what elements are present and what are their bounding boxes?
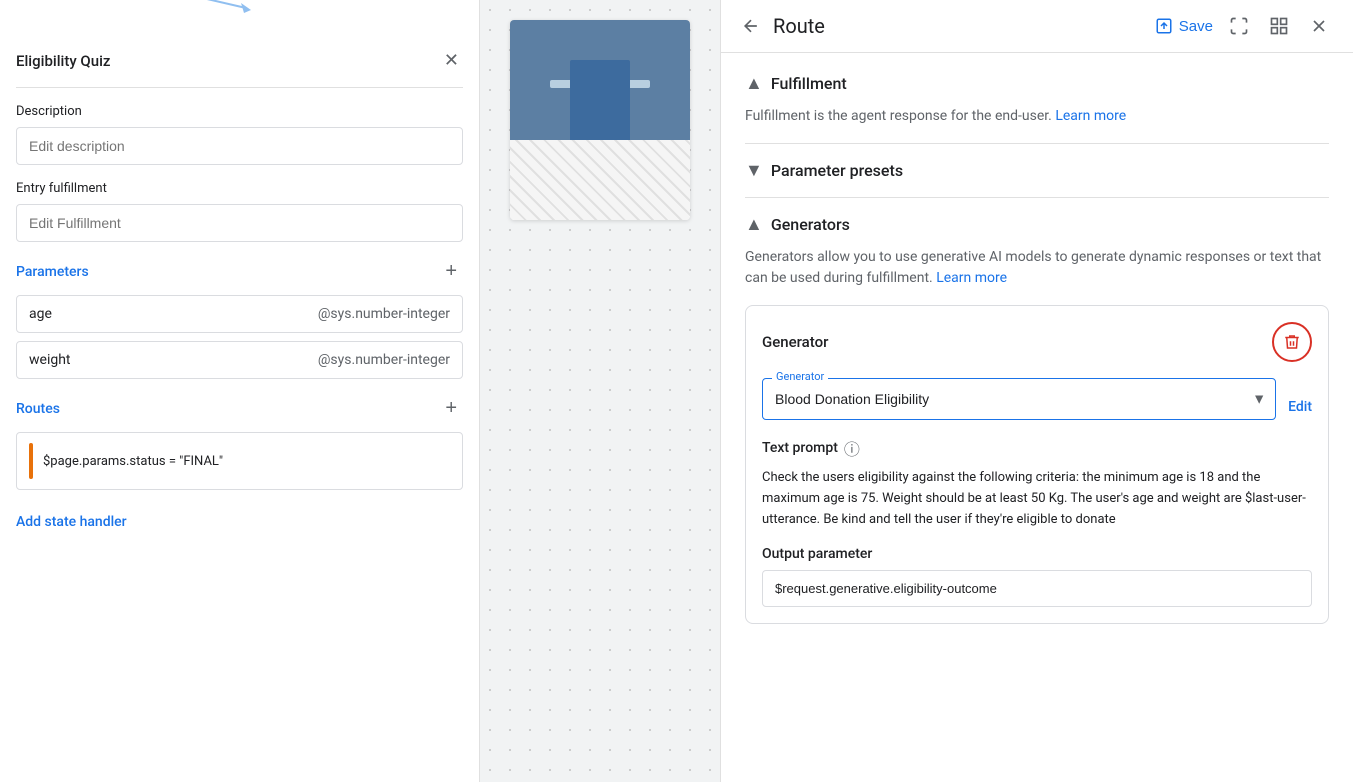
text-prompt-label: Text prompt ⓘ xyxy=(762,436,1312,460)
generator-select-wrapper: Generator Blood Donation Eligibility ▼ xyxy=(762,378,1276,420)
parameters-header: Parameters + xyxy=(16,258,463,285)
fulfillment-header-row: ▲ Fulfillment xyxy=(745,73,1329,94)
save-label: Save xyxy=(1179,18,1213,35)
generators-learn-more[interactable]: Learn more xyxy=(936,270,1007,286)
node-door xyxy=(570,60,630,140)
delete-generator-button[interactable] xyxy=(1272,322,1312,362)
add-state-handler-link[interactable]: Add state handler xyxy=(16,514,463,530)
right-header: Route Save xyxy=(721,0,1353,53)
add-parameter-button[interactable]: + xyxy=(439,258,463,285)
fulfillment-input[interactable] xyxy=(16,204,463,242)
canvas-node xyxy=(510,20,690,220)
fulfillment-collapse-icon[interactable]: ▲ xyxy=(745,73,763,94)
connector-area xyxy=(16,16,463,46)
route-condition: $page.params.status = "FINAL" xyxy=(43,454,223,469)
generators-description: Generators allow you to use generative A… xyxy=(745,247,1329,289)
param-name-weight: weight xyxy=(29,352,71,368)
presets-section-title: Parameter presets xyxy=(771,161,903,180)
route-title: Route xyxy=(773,14,1143,38)
param-row-weight: weight @sys.number-integer xyxy=(16,341,463,379)
close-right-button[interactable] xyxy=(1305,12,1333,40)
param-type-weight: @sys.number-integer xyxy=(318,352,450,368)
node-top xyxy=(510,20,690,140)
generator-select-row: Generator Blood Donation Eligibility ▼ E… xyxy=(762,378,1312,436)
panel-header: Eligibility Quiz ✕ xyxy=(16,46,463,88)
expand-button[interactable] xyxy=(1225,12,1253,40)
fulfillment-description: Fulfillment is the agent response for th… xyxy=(745,106,1329,127)
output-param-label: Output parameter xyxy=(762,546,1312,562)
fulfillment-learn-more[interactable]: Learn more xyxy=(1055,108,1126,124)
select-container: Generator Blood Donation Eligibility ▼ xyxy=(762,378,1276,436)
parameters-link[interactable]: Parameters xyxy=(16,264,89,280)
info-icon: ⓘ xyxy=(844,436,860,460)
description-input[interactable] xyxy=(16,127,463,165)
back-button[interactable] xyxy=(741,16,761,36)
right-panel: Route Save xyxy=(720,0,1353,782)
generator-card-header: Generator xyxy=(762,322,1312,362)
param-name-age: age xyxy=(29,306,52,322)
description-label: Description xyxy=(16,104,463,119)
edit-generator-link[interactable]: Edit xyxy=(1276,399,1312,415)
left-panel: Eligibility Quiz ✕ Description Entry ful… xyxy=(0,0,480,782)
param-row-age: age @sys.number-integer xyxy=(16,295,463,333)
add-route-button[interactable]: + xyxy=(439,395,463,422)
generators-section-title: Generators xyxy=(771,215,850,234)
fulfillment-section: ▲ Fulfillment Fulfillment is the agent r… xyxy=(745,73,1329,127)
route-row[interactable]: $page.params.status = "FINAL" xyxy=(16,432,463,490)
output-param-input[interactable] xyxy=(762,570,1312,607)
fulfillment-section-title: Fulfillment xyxy=(771,74,847,93)
presets-collapse-icon[interactable]: ▼ xyxy=(745,160,763,181)
parameter-presets-section: ▼ Parameter presets xyxy=(745,160,1329,181)
generators-section: ▲ Generators Generators allow you to use… xyxy=(745,214,1329,624)
presets-header-row: ▼ Parameter presets xyxy=(745,160,1329,181)
node-bottom xyxy=(510,140,690,220)
generator-select[interactable]: Blood Donation Eligibility xyxy=(762,378,1276,420)
prompt-text: Check the users eligibility against the … xyxy=(762,468,1312,530)
save-button[interactable]: Save xyxy=(1155,17,1213,35)
generators-header-row: ▲ Generators xyxy=(745,214,1329,235)
right-content: ▲ Fulfillment Fulfillment is the agent r… xyxy=(721,53,1353,644)
route-indicator xyxy=(29,443,33,479)
routes-header: Routes + xyxy=(16,395,463,422)
canvas-area xyxy=(480,0,720,782)
generators-collapse-icon[interactable]: ▲ xyxy=(745,214,763,235)
param-type-age: @sys.number-integer xyxy=(318,306,450,322)
parameters-list: age @sys.number-integer weight @sys.numb… xyxy=(16,295,463,387)
divider-2 xyxy=(745,197,1329,198)
panel-title: Eligibility Quiz xyxy=(16,52,110,70)
select-label: Generator xyxy=(772,370,828,383)
divider-1 xyxy=(745,143,1329,144)
generator-card-title: Generator xyxy=(762,333,828,351)
fulfillment-label: Entry fulfillment xyxy=(16,181,463,196)
close-button[interactable]: ✕ xyxy=(440,46,463,75)
grid-button[interactable] xyxy=(1265,12,1293,40)
generator-card: Generator Generator xyxy=(745,305,1329,624)
routes-link[interactable]: Routes xyxy=(16,401,60,417)
